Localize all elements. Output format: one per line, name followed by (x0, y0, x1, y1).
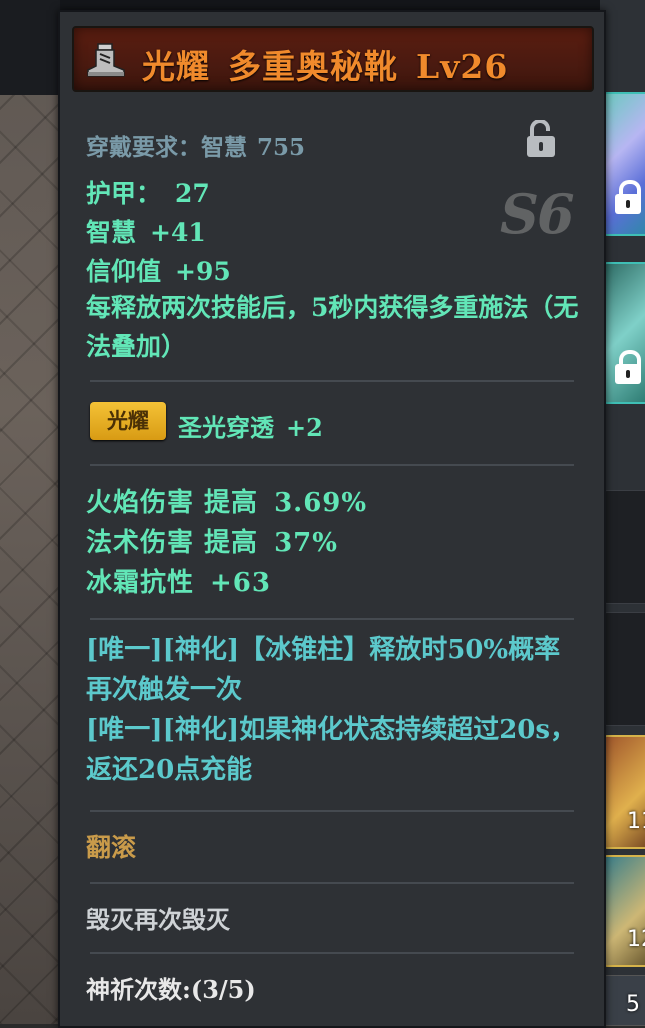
divider (90, 810, 574, 812)
item-name: 多重奥秘靴 (228, 47, 398, 86)
inventory-slot[interactable] (603, 490, 645, 604)
affix-frost-resist: 冰霜抗性 +63 (86, 568, 271, 598)
item-grade: S6 (500, 182, 575, 246)
affix-fire-damage: 火焰伤害 提高 3.69% (86, 488, 368, 518)
requirement-value: 755 (257, 134, 306, 161)
padlock-icon (613, 180, 643, 214)
unlocked-padlock-icon[interactable] (526, 120, 556, 158)
divider (90, 882, 574, 884)
inventory-slot[interactable]: 12 (603, 855, 645, 967)
roll-label: 翻滚 (86, 833, 137, 862)
base-effect: 每释放两次技能后，5秒内获得多重施法（无法叠加） (86, 293, 579, 361)
unique-effect: [唯一][神化]如果神化状态持续超过20s，返还20点充能 (86, 715, 577, 785)
wear-requirement: 穿戴要求：智慧 755 (86, 128, 305, 162)
base-stat-armor: 护甲： 27 (86, 179, 210, 208)
inventory-slot[interactable] (603, 612, 645, 726)
unique-effect: [唯一][神化]【冰锥柱】释放时50%概率再次触发一次 (86, 635, 561, 705)
skill-bonus: 圣光穿透 +2 (178, 413, 323, 442)
divider (90, 952, 574, 954)
inventory-slot[interactable]: 5 (603, 975, 645, 1026)
item-level: Lv26 (416, 47, 509, 86)
quality-badge: 光耀 (90, 402, 166, 440)
item-header: 光耀 多重奥秘靴 Lv26 (72, 26, 594, 92)
item-title: 光耀 多重奥秘靴 Lv26 (142, 40, 508, 88)
base-stat-wisdom: 智慧 +41 (86, 218, 206, 247)
boot-icon (87, 43, 125, 77)
divider (90, 380, 574, 382)
item-quality: 光耀 (142, 47, 210, 86)
slot-count: 12 (627, 927, 645, 952)
inventory-slot[interactable] (603, 262, 645, 404)
prayer-count: 神祈次数:(3/5) (86, 975, 256, 1004)
destroy-text: 毁灭再次毁灭 (86, 905, 230, 934)
base-stat-faith: 信仰值 +95 (86, 257, 231, 286)
padlock-icon (613, 350, 643, 384)
requirement-label: 穿戴要求：智慧 (86, 134, 247, 161)
affix-spell-damage: 法术伤害 提高 37% (86, 528, 338, 558)
slot-count: 11 (627, 809, 645, 834)
item-tooltip: 光耀 多重奥秘靴 Lv26 穿戴要求：智慧 755 S6 护甲： 27 智慧 +41 信仰… (58, 10, 606, 1028)
divider (90, 618, 574, 620)
inventory-slot[interactable]: 11 (603, 735, 645, 849)
slot-count: 5 (626, 992, 640, 1017)
inventory-slot[interactable] (603, 92, 645, 236)
divider (90, 464, 574, 466)
